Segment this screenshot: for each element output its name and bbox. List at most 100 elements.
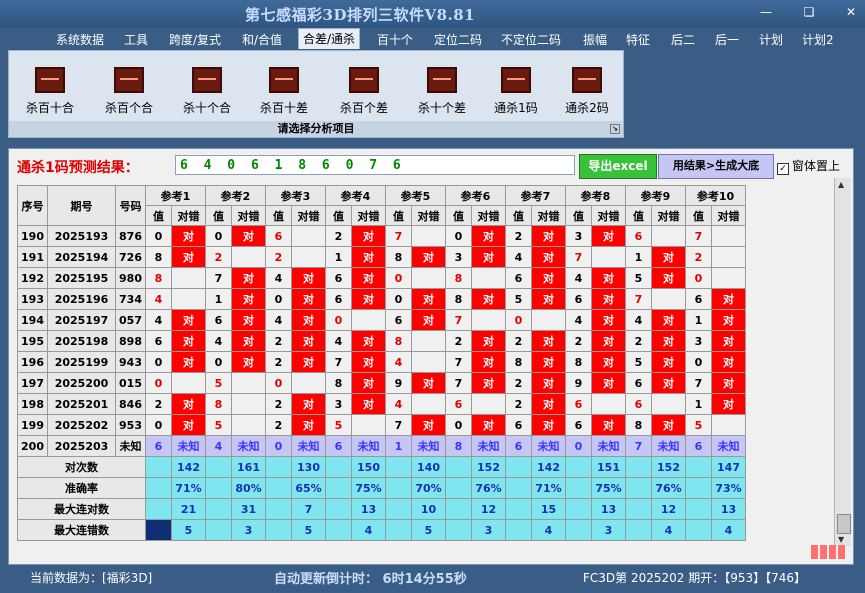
ribbon-button-tongsha-2[interactable]: 通杀2码 <box>552 67 622 116</box>
menu-tools[interactable]: 工具 <box>120 30 152 49</box>
cell-empty <box>351 309 386 331</box>
ribbon-button-tongsha-1[interactable]: 通杀1码 <box>481 67 551 116</box>
row-period: 2025198 <box>47 330 116 352</box>
cell-unknown: 未知 <box>711 435 746 457</box>
table-row[interactable]: 198 2025201 846 2 对 8 2 对 3 对 4 6 2 对 6 6 1 对 <box>17 393 746 415</box>
restore-icon[interactable]: ❏ <box>800 5 818 19</box>
cell-value: 0 <box>145 351 172 373</box>
table-row[interactable]: 195 2025198 898 6 对 4 对 2 对 4 对 8 2 对 2 对 2 对 2 对 3 对 <box>17 330 746 352</box>
stats-spacer <box>385 477 412 499</box>
scroll-up-icon[interactable]: ▲ <box>838 180 844 189</box>
expand-icon[interactable]: ↘ <box>610 124 620 134</box>
generate-base-button[interactable]: 用结果>生成大底 <box>658 154 774 179</box>
cell-value: 2 <box>265 351 292 373</box>
cell-hit: 对 <box>411 246 446 268</box>
cell-value: 6 <box>445 393 472 415</box>
ribbon-button-label: 杀百十合 <box>25 101 74 115</box>
header-value: 值 <box>565 205 592 226</box>
cell-hit: 对 <box>591 225 626 247</box>
menu-budingwei[interactable]: 不定位二码 <box>497 30 565 49</box>
cell-value: 0 <box>445 225 472 247</box>
scroll-down-icon[interactable]: ▼ <box>838 535 844 544</box>
cell-value: 5 <box>625 267 652 289</box>
menu-sum[interactable]: 和/合值 <box>238 30 286 49</box>
cell-empty <box>231 414 266 436</box>
table-row-future[interactable]: 200 2025203 未知 6 未知 4 未知 0 未知 6 未知 1 未知 8 未知 6 未知 0 未知 7 未知 6… <box>17 435 746 457</box>
stats-value: 12 <box>471 498 506 520</box>
menu-system-data[interactable]: 系统数据 <box>52 30 108 49</box>
table-row[interactable]: 194 2025197 057 4 对 6 对 4 对 0 6 对 7 0 4 对 4 对 1 对 <box>17 309 746 331</box>
minimize-icon[interactable]: — <box>757 5 775 19</box>
prediction-result-field[interactable]: 6 4 0 6 1 8 6 0 7 6 <box>175 155 575 175</box>
menu-span[interactable]: 跨度/复式 <box>165 30 225 49</box>
cell-hit: 对 <box>591 414 626 436</box>
cell-value: 4 <box>325 330 352 352</box>
chart-icon <box>349 67 379 93</box>
cell-predicted-value: 6 <box>505 435 532 457</box>
table-row[interactable]: 192 2025195 980 8 7 对 4 对 6 对 0 8 6 对 4 对 5 对 0 <box>17 267 746 289</box>
cell-empty <box>471 393 506 415</box>
ribbon-button-sha-baishi-cha[interactable]: 杀百十差 <box>249 67 319 116</box>
row-number: 980 <box>115 267 146 289</box>
cell-empty <box>291 246 326 268</box>
cell-value: 6 <box>625 372 652 394</box>
window-ontop-checkbox[interactable]: ✓ 窗体置上 <box>777 157 840 175</box>
menu-last-one[interactable]: 后一 <box>711 30 743 49</box>
stats-spacer <box>205 456 232 478</box>
cell-value: 0 <box>685 351 712 373</box>
cell-hit: 对 <box>171 330 206 352</box>
cell-hit: 对 <box>531 372 566 394</box>
table-row[interactable]: 199 2025202 953 0 对 5 2 对 5 7 对 0 对 6 对 6 对 8 对 5 <box>17 414 746 436</box>
vertical-scrollbar[interactable]: ▲ ▼ <box>834 178 851 546</box>
prediction-table: 序号 期号 号码 参考1 参考2 参考3 参考4 参考5 参考6 参考7 参考8 参考9 参考10 值对… <box>17 185 746 541</box>
app-title: 第七感福彩3D排列三软件V8.81 <box>245 6 476 24</box>
menu-dingwei[interactable]: 定位二码 <box>430 30 486 49</box>
stats-label: 准确率 <box>17 477 146 499</box>
table-row[interactable]: 190 2025193 876 0 对 0 对 6 2 对 7 0 对 2 对 3 对 6 7 <box>17 225 746 247</box>
cell-empty <box>231 393 266 415</box>
header-ref-10: 参考10 <box>685 185 746 206</box>
ribbon-button-sha-shige-he[interactable]: 杀十个合 <box>172 67 242 116</box>
ribbon-button-sha-baishi-he[interactable]: 杀百十合 <box>15 67 85 116</box>
table-row[interactable]: 193 2025196 734 4 1 对 0 对 6 对 0 对 8 对 5 对 6 对 7 6 对 <box>17 288 746 310</box>
checkbox-icon[interactable]: ✓ <box>777 163 789 175</box>
ribbon-button-sha-shige-cha[interactable]: 杀十个差 <box>407 67 477 116</box>
menu-hecha-tongsha[interactable]: 合差/通杀 <box>298 28 361 49</box>
menu-plan2[interactable]: 计划2 <box>798 30 838 49</box>
cell-hit: 对 <box>711 351 746 373</box>
row-seq: 196 <box>17 351 48 373</box>
menu-baishige[interactable]: 百十个 <box>373 30 417 49</box>
row-period: 2025194 <box>47 246 116 268</box>
scroll-thumb[interactable] <box>837 514 851 534</box>
cell-value: 8 <box>145 267 172 289</box>
cell-value: 8 <box>385 330 412 352</box>
table-row[interactable]: 191 2025194 726 8 对 2 2 1 对 8 对 3 对 4 对 7 1 对 2 <box>17 246 746 268</box>
cell-hit: 对 <box>231 330 266 352</box>
stats-label: 最大连对数 <box>17 498 146 520</box>
cell-value: 2 <box>505 330 532 352</box>
cell-value: 7 <box>625 288 652 310</box>
cell-hit: 对 <box>651 309 686 331</box>
menu-amplitude[interactable]: 振幅 <box>579 30 611 49</box>
table-row[interactable]: 196 2025199 943 0 对 0 对 2 对 7 对 4 7 对 8 对 8 对 5 对 0 对 <box>17 351 746 373</box>
table-row[interactable]: 197 2025200 015 0 5 0 8 对 9 对 7 对 2 对 9 对 6 对 7 对 <box>17 372 746 394</box>
header-value: 值 <box>325 205 352 226</box>
cell-value: 3 <box>685 330 712 352</box>
ribbon-button-sha-baige-cha[interactable]: 杀百个差 <box>329 67 399 116</box>
row-number: 943 <box>115 351 146 373</box>
cell-empty <box>591 393 626 415</box>
ribbon-button-sha-baige-he[interactable]: 杀百个合 <box>94 67 164 116</box>
chart-icon <box>192 67 222 93</box>
row-seq: 200 <box>17 435 48 457</box>
menu-last-two[interactable]: 后二 <box>667 30 699 49</box>
stats-value: 5 <box>291 519 326 541</box>
close-icon[interactable]: ✕ <box>842 5 860 19</box>
export-excel-button[interactable]: 导出excel <box>579 154 657 179</box>
menu-plan[interactable]: 计划 <box>755 30 787 49</box>
stats-value: 12 <box>651 498 686 520</box>
cell-hit: 对 <box>231 267 266 289</box>
cell-predicted-value: 0 <box>565 435 592 457</box>
header-value: 值 <box>625 205 652 226</box>
cell-empty <box>171 372 206 394</box>
menu-features[interactable]: 特征 <box>622 30 654 49</box>
